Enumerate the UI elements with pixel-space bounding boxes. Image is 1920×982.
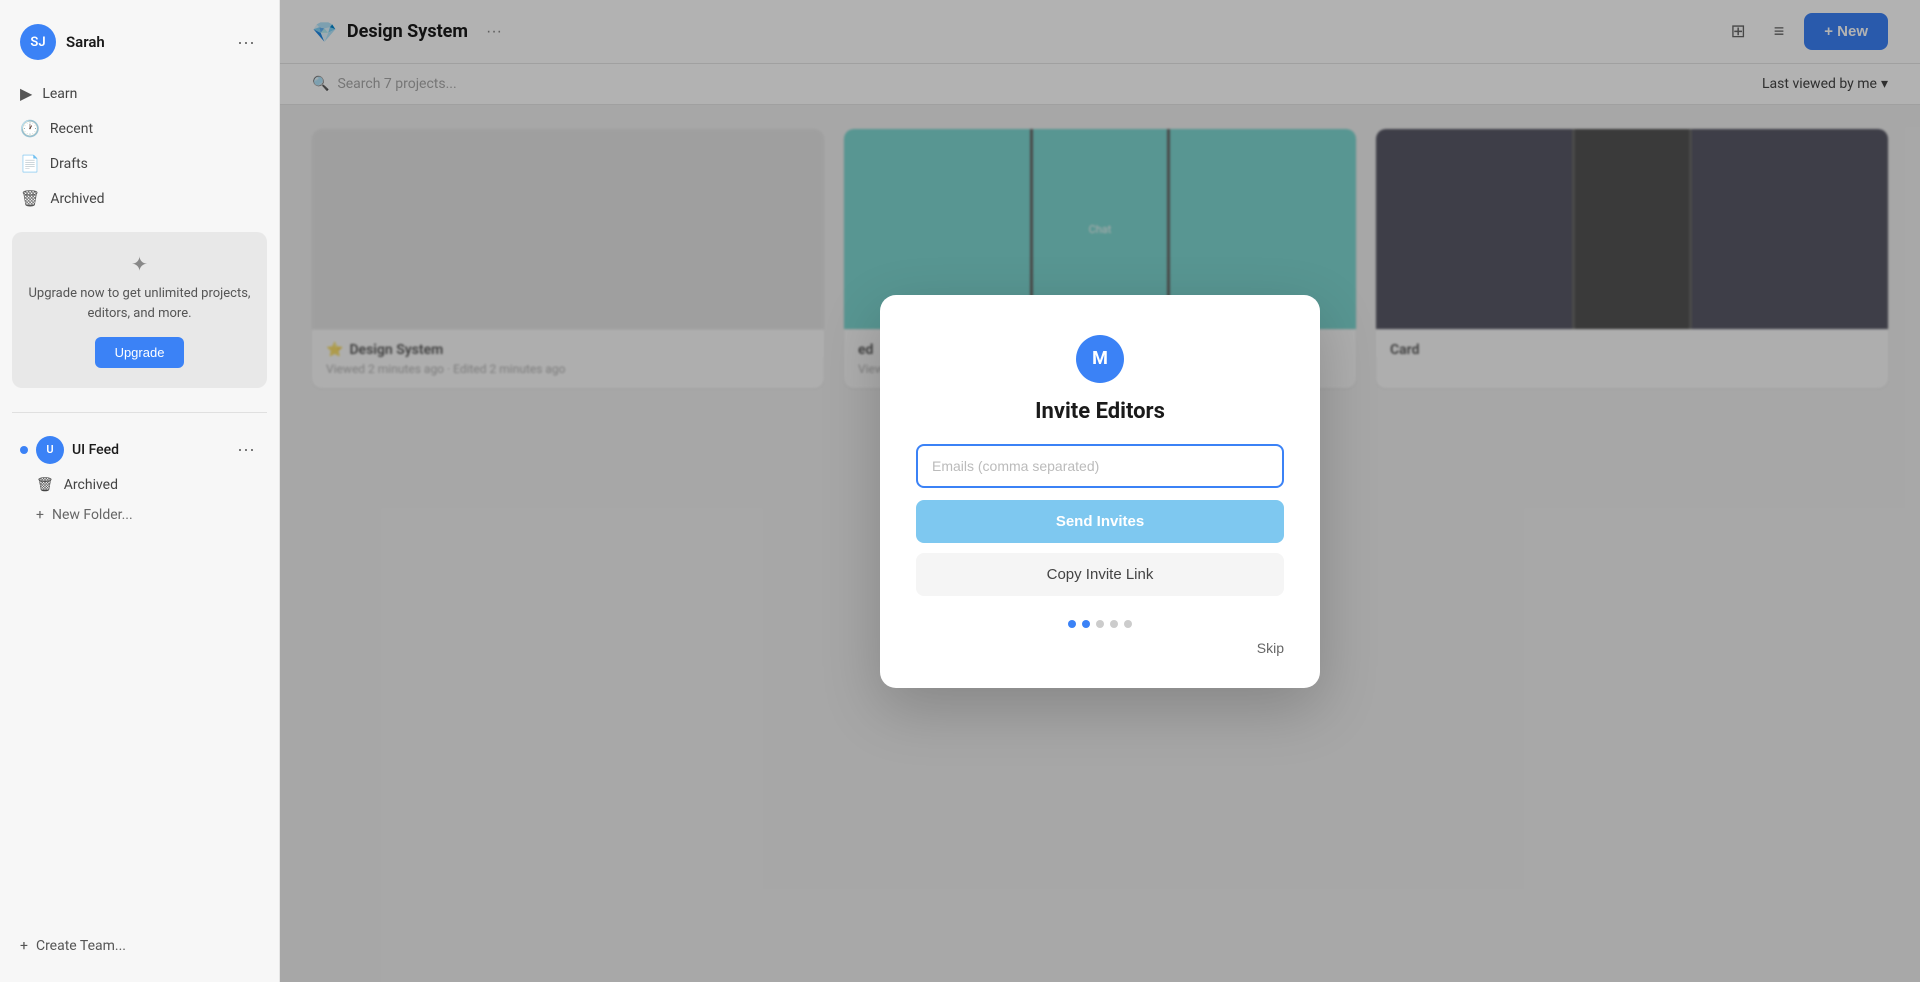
email-input[interactable] xyxy=(916,444,1284,488)
plus-icon: + xyxy=(20,938,28,954)
modal-avatar: M xyxy=(1076,335,1124,383)
sidebar: SJ Sarah ··· ▶ Learn 🕐 Recent 📄 Drafts 🗑… xyxy=(0,0,280,982)
archive-icon: 🗑 xyxy=(36,477,54,493)
upgrade-text: Upgrade now to get unlimited projects, e… xyxy=(28,284,251,323)
invite-editors-modal: M Invite Editors Send Invites Copy Invit… xyxy=(880,295,1320,688)
pagination-dots xyxy=(1068,620,1132,628)
create-team-label: Create Team... xyxy=(36,938,126,954)
sidebar-footer: + Create Team... xyxy=(0,926,279,966)
team-archived-item[interactable]: 🗑 Archived xyxy=(8,470,271,500)
team-archived-label: Archived xyxy=(64,477,118,493)
sidebar-item-label: Archived xyxy=(50,191,104,207)
sparkle-icon: ✦ xyxy=(28,252,251,276)
sidebar-user[interactable]: SJ Sarah xyxy=(20,24,105,60)
skip-button[interactable]: Skip xyxy=(1257,640,1284,656)
drafts-icon: 📄 xyxy=(20,154,40,173)
modal-title: Invite Editors xyxy=(1035,399,1165,424)
new-folder-label: New Folder... xyxy=(52,507,133,523)
team-avatar: U xyxy=(36,436,64,464)
user-menu-button[interactable]: ··· xyxy=(233,28,259,57)
username-label: Sarah xyxy=(66,33,105,51)
sidebar-nav: ▶ Learn 🕐 Recent 📄 Drafts 🗑 Archived xyxy=(0,76,279,216)
sidebar-team-section: U UI Feed ··· 🗑 Archived + New Folder... xyxy=(0,429,279,530)
clock-icon: 🕐 xyxy=(20,119,40,138)
upgrade-button[interactable]: Upgrade xyxy=(95,337,185,368)
plus-icon: + xyxy=(36,507,44,523)
sidebar-item-archived[interactable]: 🗑 Archived xyxy=(8,181,271,216)
sidebar-item-label: Drafts xyxy=(50,156,88,172)
main-content: 💎 Design System ··· ⊞ ≡ + New 🔍 Search 7… xyxy=(280,0,1920,982)
upgrade-box: ✦ Upgrade now to get unlimited projects,… xyxy=(12,232,267,388)
dot-2 xyxy=(1082,620,1090,628)
team-section-header: U UI Feed ··· xyxy=(8,429,271,470)
sidebar-divider xyxy=(12,412,267,413)
team-dot-indicator xyxy=(20,446,28,454)
user-avatar: SJ xyxy=(20,24,56,60)
sidebar-item-label: Recent xyxy=(50,121,93,137)
copy-invite-link-button[interactable]: Copy Invite Link xyxy=(916,553,1284,596)
sidebar-item-learn[interactable]: ▶ Learn xyxy=(8,76,271,111)
dot-1 xyxy=(1068,620,1076,628)
play-icon: ▶ xyxy=(20,84,32,103)
modal-overlay[interactable]: M Invite Editors Send Invites Copy Invit… xyxy=(280,0,1920,982)
dot-5 xyxy=(1124,620,1132,628)
sidebar-item-recent[interactable]: 🕐 Recent xyxy=(8,111,271,146)
sidebar-item-label: Learn xyxy=(42,86,77,102)
skip-row: Skip xyxy=(916,640,1284,656)
create-team-item[interactable]: + Create Team... xyxy=(20,938,259,954)
team-title-row[interactable]: U UI Feed xyxy=(20,436,119,464)
dot-4 xyxy=(1110,620,1118,628)
new-folder-item[interactable]: + New Folder... xyxy=(8,500,271,530)
archive-icon: 🗑 xyxy=(20,189,40,208)
team-name-label: UI Feed xyxy=(72,442,119,458)
send-invites-button[interactable]: Send Invites xyxy=(916,500,1284,543)
dot-3 xyxy=(1096,620,1104,628)
sidebar-header: SJ Sarah ··· xyxy=(0,16,279,76)
sidebar-item-drafts[interactable]: 📄 Drafts xyxy=(8,146,271,181)
team-menu-button[interactable]: ··· xyxy=(233,435,259,464)
